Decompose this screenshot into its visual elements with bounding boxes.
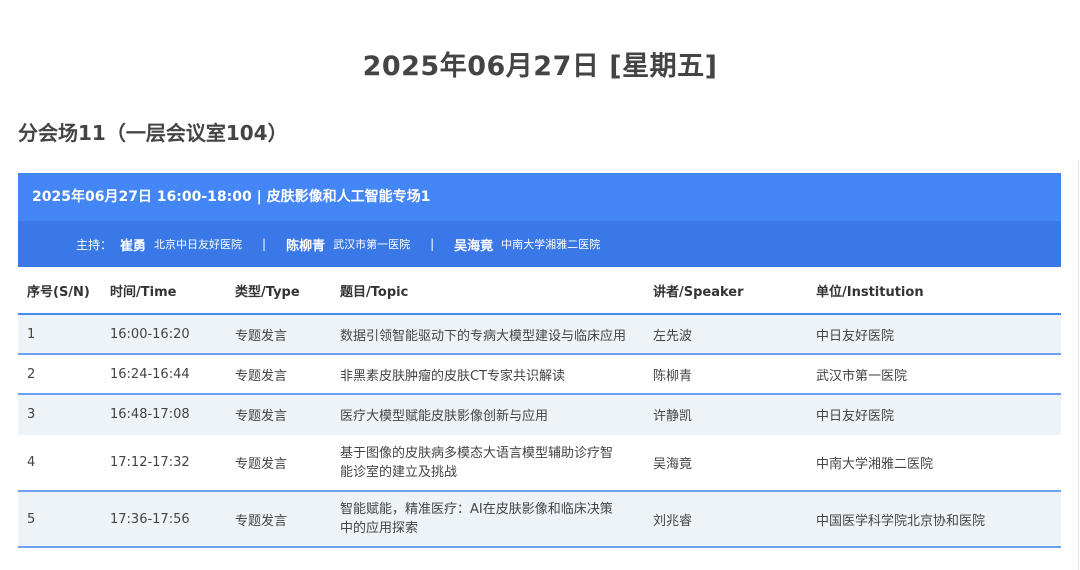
host-separator: | xyxy=(262,237,267,251)
table-header-row: 序号(S/N) 时间/Time 类型/Type 题目/Topic 讲者/Spea… xyxy=(18,267,1061,315)
host-institution: 北京中日友好医院 xyxy=(154,238,243,251)
cell-sn: 1 xyxy=(18,314,101,355)
cell-speaker: 吴海竟 xyxy=(644,435,807,492)
table-row: 5 17:36-17:56 专题发言 智能赋能，精准医疗：AI在皮肤影像和临床决… xyxy=(18,491,1061,548)
host-institution: 中南大学湘雅二医院 xyxy=(501,238,601,251)
host-label: 主持： xyxy=(76,237,113,252)
page-divider xyxy=(1078,160,1079,570)
column-header-speaker: 讲者/Speaker xyxy=(644,267,807,315)
cell-institution: 中南大学湘雅二医院 xyxy=(807,435,1061,492)
cell-time: 17:36-17:56 xyxy=(101,491,226,548)
cell-time: 17:12-17:32 xyxy=(101,435,226,492)
cell-institution: 中日友好医院 xyxy=(807,314,1061,355)
cell-topic: 非黑素皮肤肿瘤的皮肤CT专家共识解读 xyxy=(331,354,644,395)
column-header-time: 时间/Time xyxy=(101,267,226,315)
table-row: 1 16:00-16:20 专题发言 数据引领智能驱动下的专病大模型建设与临床应… xyxy=(18,314,1061,355)
cell-speaker: 左先波 xyxy=(644,314,807,355)
table-row: 2 16:24-16:44 专题发言 非黑素皮肤肿瘤的皮肤CT专家共识解读 陈柳… xyxy=(18,354,1061,395)
cell-type: 专题发言 xyxy=(226,394,331,436)
column-header-type: 类型/Type xyxy=(226,267,331,315)
cell-topic: 医疗大模型赋能皮肤影像创新与应用 xyxy=(331,394,644,436)
venue-title: 分会场11（一层会议室104） xyxy=(18,121,288,145)
cell-sn: 3 xyxy=(18,394,101,436)
cell-time: 16:00-16:20 xyxy=(101,314,226,355)
cell-speaker: 陈柳青 xyxy=(644,354,807,395)
cell-sn: 2 xyxy=(18,354,101,395)
table-row: 3 16:48-17:08 专题发言 医疗大模型赋能皮肤影像创新与应用 许静凯 … xyxy=(18,394,1061,436)
cell-type: 专题发言 xyxy=(226,491,331,548)
cell-sn: 5 xyxy=(18,491,101,548)
page-date-title: 2025年06月27日 [星期五] xyxy=(362,51,718,82)
session-title: 2025年06月27日 16:00-18:00 | 皮肤影像和人工智能专场1 xyxy=(18,173,1061,221)
cell-type: 专题发言 xyxy=(226,354,331,395)
cell-topic: 数据引领智能驱动下的专病大模型建设与临床应用 xyxy=(331,314,644,355)
cell-type: 专题发言 xyxy=(226,435,331,492)
cell-speaker: 许静凯 xyxy=(644,394,807,436)
cell-time: 16:24-16:44 xyxy=(101,354,226,395)
cell-sn: 4 xyxy=(18,435,101,492)
cell-type: 专题发言 xyxy=(226,314,331,355)
host-separator: | xyxy=(430,237,435,251)
host-name: 陈柳青 xyxy=(286,238,326,254)
host-institution: 武汉市第一医院 xyxy=(333,238,411,251)
schedule-table: 序号(S/N) 时间/Time 类型/Type 题目/Topic 讲者/Spea… xyxy=(18,267,1061,548)
cell-institution: 中国医学科学院北京协和医院 xyxy=(807,491,1061,548)
cell-time: 16:48-17:08 xyxy=(101,394,226,436)
cell-topic: 智能赋能，精准医疗：AI在皮肤影像和临床决策中的应用探索 xyxy=(331,491,644,548)
session-hosts: 主持： 崔勇 北京中日友好医院 | 陈柳青 武汉市第一医院 | 吴海竟 中南大学… xyxy=(18,221,1061,267)
cell-speaker: 刘兆睿 xyxy=(644,491,807,548)
table-row: 4 17:12-17:32 专题发言 基于图像的皮肤病多模态大语言模型辅助诊疗智… xyxy=(18,435,1061,492)
host-name: 崔勇 xyxy=(120,238,147,254)
column-header-sn: 序号(S/N) xyxy=(18,267,101,315)
cell-topic: 基于图像的皮肤病多模态大语言模型辅助诊疗智能诊室的建立及挑战 xyxy=(331,435,644,492)
column-header-institution: 单位/Institution xyxy=(807,267,1061,315)
cell-institution: 武汉市第一医院 xyxy=(807,354,1061,395)
column-header-topic: 题目/Topic xyxy=(331,267,644,315)
host-name: 吴海竟 xyxy=(454,238,494,254)
cell-institution: 中日友好医院 xyxy=(807,394,1061,436)
session-block: 2025年06月27日 16:00-18:00 | 皮肤影像和人工智能专场1 主… xyxy=(18,173,1061,548)
